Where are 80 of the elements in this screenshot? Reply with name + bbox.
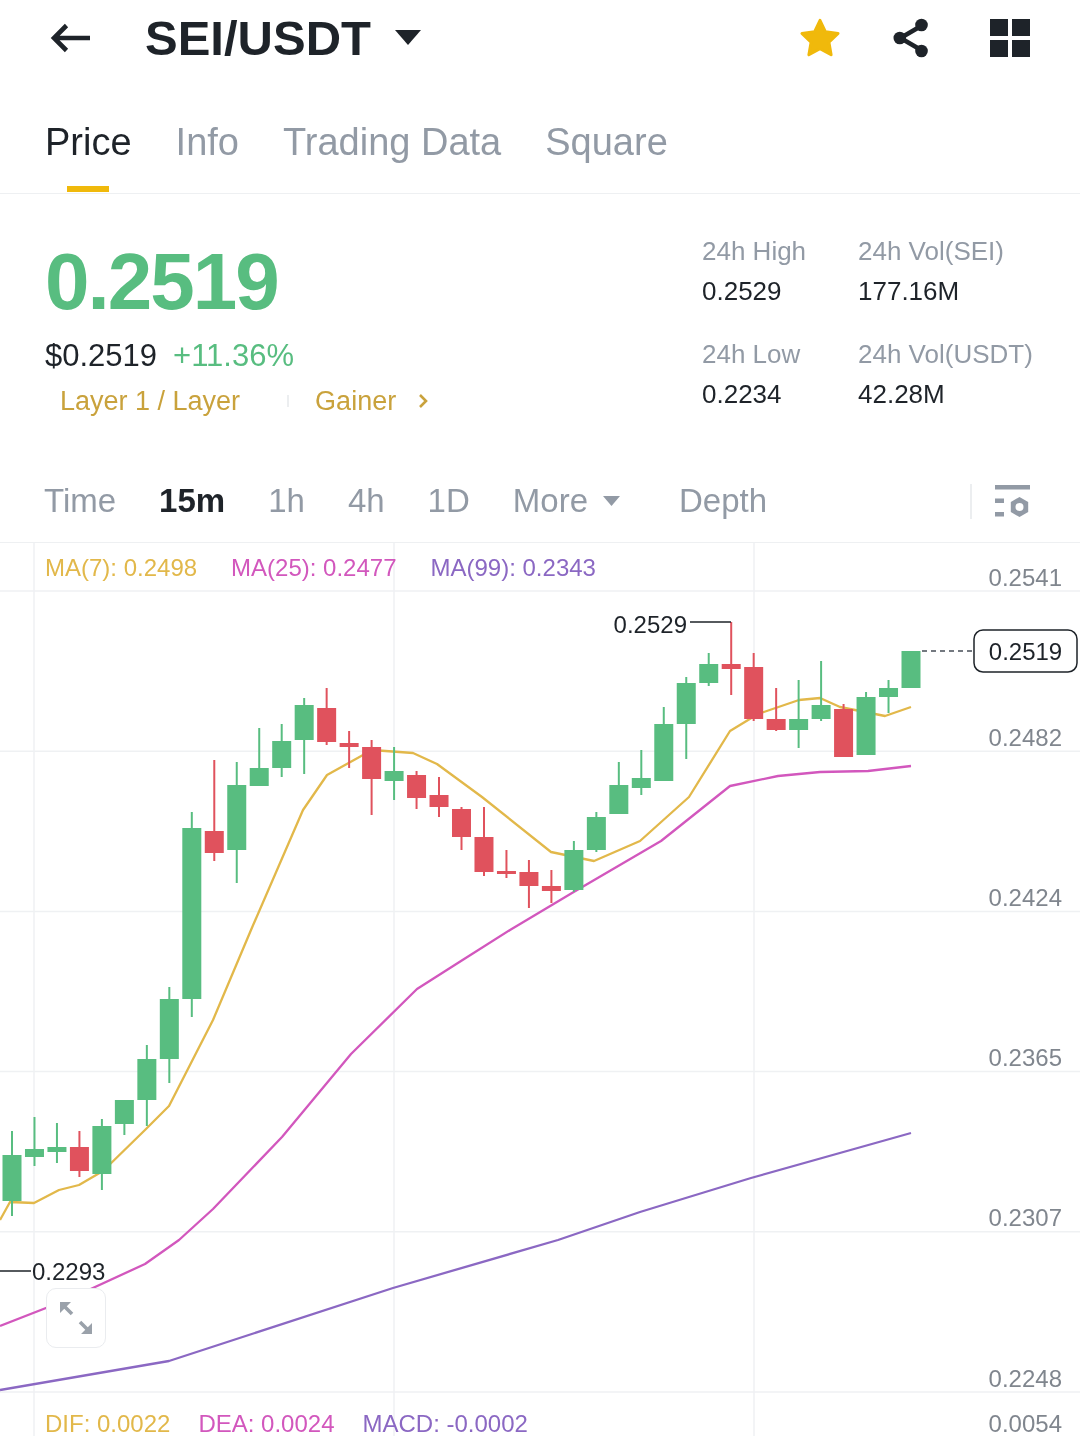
stat-label: 24h Low	[702, 338, 802, 371]
chart-tab[interactable]: 1D	[427, 481, 470, 521]
chart-tab[interactable]: 4h	[347, 481, 385, 521]
legend-text: DIF: 0.0022	[45, 1409, 171, 1436]
legend-text: MA(25): 0.2477	[231, 553, 397, 581]
price-change: +11.36%	[173, 337, 294, 374]
candle	[811, 660, 831, 722]
price-line	[921, 650, 974, 652]
chart-tab[interactable]: Time	[44, 481, 117, 521]
candle	[789, 679, 809, 749]
stat-label: 24h High	[702, 235, 808, 268]
candle	[407, 770, 427, 810]
more-menu[interactable]: More	[512, 481, 620, 521]
candle	[496, 849, 516, 879]
price-axis-label: 0.0054	[988, 1410, 1062, 1436]
caret-down-icon[interactable]	[395, 30, 421, 45]
candle	[609, 761, 629, 815]
last-price-tag: 0.2519	[973, 629, 1078, 673]
usd-price: $0.2519	[45, 337, 158, 374]
expand-button[interactable]	[46, 1288, 106, 1348]
stat-label: 24h Vol(USDT)	[858, 338, 1034, 371]
candle	[541, 869, 561, 904]
candle	[856, 691, 876, 756]
tab[interactable]: Square	[545, 119, 668, 192]
candle	[834, 703, 854, 758]
tag-link[interactable]: Gainer	[315, 385, 397, 417]
candle	[69, 1130, 89, 1178]
leader-line	[689, 621, 732, 623]
legend-text: DEA: 0.0024	[198, 1409, 335, 1436]
chart-tab[interactable]: 15m	[159, 481, 226, 521]
chart-settings-icon[interactable]	[995, 484, 1030, 518]
price-axis-label: 0.2307	[988, 1204, 1062, 1232]
candle	[901, 650, 921, 689]
tab[interactable]: Trading Data	[282, 119, 502, 192]
candle	[339, 730, 359, 769]
candle	[699, 652, 719, 687]
high-price-label: 0.2529	[613, 611, 687, 638]
stat-value: 42.28M	[858, 378, 946, 411]
price-axis-label: 0.2482	[988, 723, 1062, 751]
candle	[429, 776, 449, 818]
candle	[272, 723, 292, 778]
candle	[744, 652, 764, 722]
candle	[249, 727, 269, 787]
price-axis-label: 0.2541	[988, 563, 1062, 591]
grid-icon[interactable]	[990, 18, 1030, 57]
candle	[384, 746, 404, 801]
candle	[47, 1122, 67, 1164]
tab[interactable]: Info	[175, 119, 239, 192]
chart-tab[interactable]: 1h	[268, 481, 305, 521]
stat-value: 0.2529	[702, 275, 783, 308]
expand-arrows-icon[interactable]	[58, 1300, 94, 1336]
candle	[452, 806, 471, 851]
stat-value: 177.16M	[858, 275, 961, 308]
price-axis-label: 0.2424	[988, 883, 1062, 911]
pair-selector[interactable]: SEI/USDT	[145, 9, 421, 66]
candle	[317, 687, 337, 746]
candle	[564, 840, 584, 893]
legend-text: MA(7): 0.2498	[45, 553, 198, 581]
candle	[474, 806, 494, 877]
star-icon[interactable]	[798, 16, 842, 59]
price-axis-label: 0.2365	[988, 1044, 1062, 1072]
leader-line	[0, 1270, 32, 1272]
legend-text: MA(99): 0.2343	[430, 553, 596, 581]
stat-value: 0.2234	[702, 378, 783, 411]
last-price: 0.2519	[45, 242, 279, 322]
candle	[519, 859, 539, 909]
chart-tab[interactable]: Depth	[679, 481, 768, 521]
price-axis-label: 0.2248	[988, 1364, 1062, 1392]
legend-text: MACD: -0.0002	[362, 1409, 528, 1436]
candle	[879, 679, 899, 714]
low-price-label: 0.2293	[32, 1258, 106, 1285]
chevron-right-icon[interactable]	[418, 393, 429, 409]
candle	[586, 811, 606, 853]
back-arrow-icon[interactable]	[48, 21, 92, 54]
candle	[766, 687, 786, 732]
candle	[25, 1116, 44, 1167]
candle	[631, 749, 651, 796]
candle	[114, 1099, 134, 1136]
stat-label: 24h Vol(SEI)	[858, 235, 1005, 268]
tag-link[interactable]: Layer 1 / Layer	[60, 385, 241, 417]
